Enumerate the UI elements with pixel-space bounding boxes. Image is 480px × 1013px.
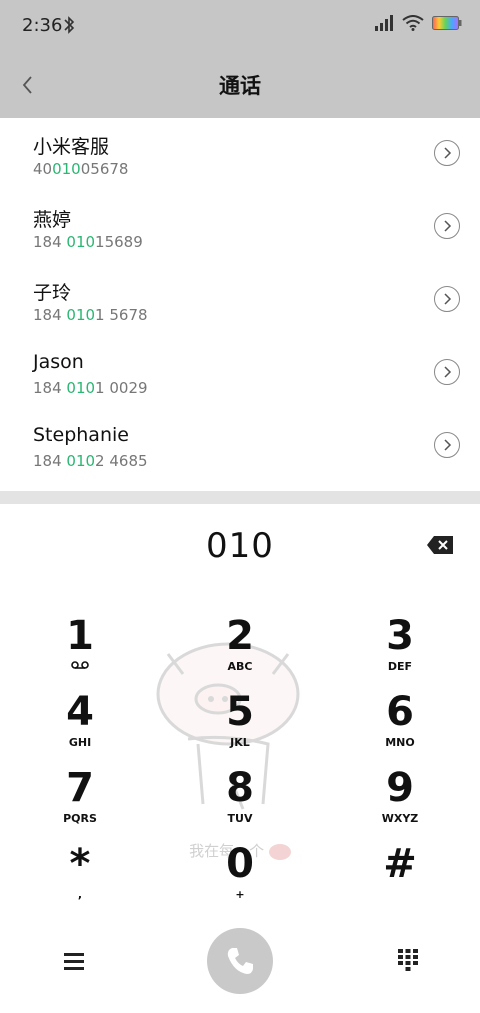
number-match-highlight: 010 bbox=[66, 233, 96, 251]
contact-name: 燕婷 bbox=[33, 209, 72, 231]
menu-icon[interactable] bbox=[62, 949, 86, 973]
number-match-highlight: 010 bbox=[66, 452, 96, 470]
key-hash[interactable]: # bbox=[340, 842, 460, 908]
chevron-right-circle-icon[interactable] bbox=[434, 213, 460, 239]
key-8[interactable]: 8 TUV bbox=[180, 766, 300, 832]
contact-number: 4001005678 bbox=[33, 160, 129, 178]
contact-number: 184 0101 0029 bbox=[33, 379, 148, 397]
dialer-bottom-bar bbox=[0, 924, 480, 1004]
number-match-highlight: 010 bbox=[66, 379, 96, 397]
dialpad: 010 我在每一个 1 2 ABC 3 DEF 4 GHI 5 JKL 6 MNO 7 PQ… bbox=[0, 504, 480, 1013]
page-title: 通话 bbox=[219, 74, 261, 98]
contact-name: 小米客服 bbox=[33, 136, 110, 158]
chevron-right-circle-icon[interactable] bbox=[434, 140, 460, 166]
contact-row[interactable]: 小米客服 4001005678 bbox=[0, 118, 480, 191]
status-bar: 2:36 bbox=[0, 0, 480, 52]
contact-number: 184 0102 4685 bbox=[33, 452, 148, 470]
contact-row[interactable]: 燕婷 184 01015689 bbox=[0, 191, 480, 264]
contact-number: 184 01015689 bbox=[33, 233, 143, 251]
key-0[interactable]: 0 + bbox=[180, 842, 300, 908]
key-5[interactable]: 5 JKL bbox=[180, 690, 300, 756]
wifi-icon bbox=[402, 15, 424, 31]
signal-icon bbox=[375, 15, 393, 31]
number-match-highlight: 010 bbox=[52, 160, 81, 178]
phone-icon bbox=[227, 948, 253, 974]
key-star[interactable]: *, bbox=[20, 842, 140, 908]
key-3[interactable]: 3 DEF bbox=[340, 614, 460, 680]
bluetooth-icon bbox=[64, 16, 75, 34]
contact-row[interactable]: Jason 184 0101 0029 bbox=[0, 337, 480, 410]
backspace-icon[interactable] bbox=[426, 535, 454, 555]
chevron-right-circle-icon[interactable] bbox=[434, 432, 460, 458]
key-6[interactable]: 6 MNO bbox=[340, 690, 460, 756]
contact-name: Stephanie bbox=[33, 424, 129, 446]
key-9[interactable]: 9 WXYZ bbox=[340, 766, 460, 832]
contact-name: 子玲 bbox=[33, 282, 72, 304]
key-4[interactable]: 4 GHI bbox=[20, 690, 140, 756]
battery-icon bbox=[432, 16, 462, 30]
status-time: 2:36 bbox=[22, 15, 63, 36]
dialed-number-display[interactable]: 010 bbox=[0, 526, 480, 566]
chevron-right-circle-icon[interactable] bbox=[434, 359, 460, 385]
number-match-highlight: 010 bbox=[66, 306, 96, 324]
contact-row[interactable]: Stephanie 184 0102 4685 bbox=[0, 410, 480, 483]
contact-row[interactable]: 子玲 184 0101 5678 bbox=[0, 264, 480, 337]
call-button[interactable] bbox=[207, 928, 273, 994]
key-7[interactable]: 7 PQRS bbox=[20, 766, 140, 832]
contact-name: Jason bbox=[33, 351, 84, 373]
status-icons bbox=[374, 15, 462, 31]
contact-number: 184 0101 5678 bbox=[33, 306, 148, 324]
key-2[interactable]: 2 ABC bbox=[180, 614, 300, 680]
app-header: 通话 bbox=[0, 52, 480, 118]
dialpad-icon[interactable] bbox=[397, 948, 419, 972]
section-divider bbox=[0, 491, 480, 504]
voicemail-icon bbox=[20, 660, 140, 674]
key-1[interactable]: 1 bbox=[20, 614, 140, 680]
contact-match-list: 小米客服 4001005678 燕婷 184 01015689 子玲 184 0… bbox=[0, 118, 480, 483]
chevron-right-circle-icon[interactable] bbox=[434, 286, 460, 312]
